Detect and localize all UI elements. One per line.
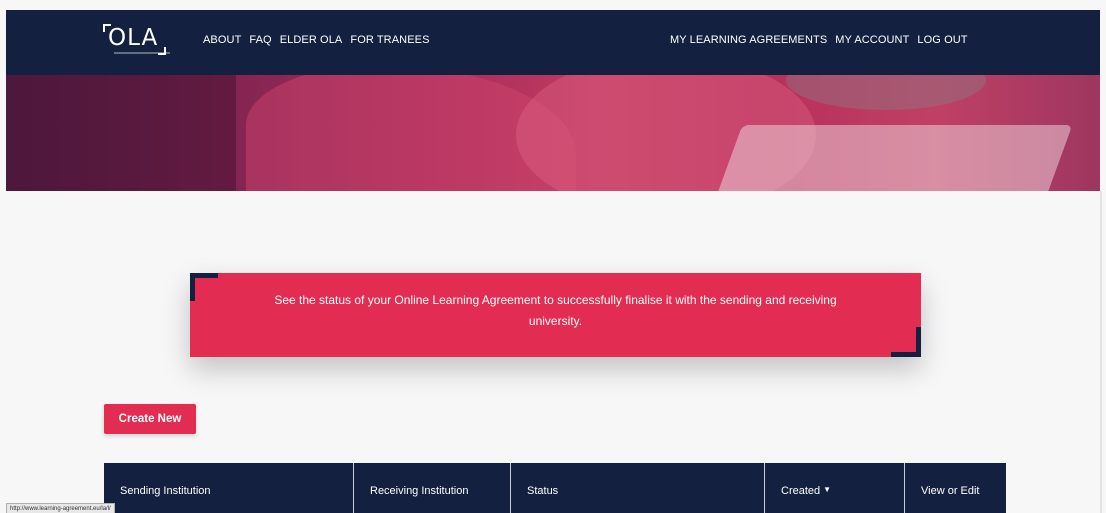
page: OLA ABOUT FAQ ELDER OLA FOR TRANEES MY L… (0, 0, 1106, 513)
ola-logo[interactable]: OLA (103, 24, 170, 55)
page-scrollbar[interactable] (1100, 191, 1102, 513)
nav-faq[interactable]: FAQ (249, 34, 271, 46)
nav-for-trainees[interactable]: FOR TRANEES (350, 34, 429, 46)
banner-shape (6, 75, 236, 191)
box-corner-mark (190, 273, 218, 301)
nav-my-account[interactable]: MY ACCOUNT (835, 34, 909, 46)
column-header-receiving-institution[interactable]: Receiving Institution (354, 463, 511, 513)
column-header-created-label: Created (781, 485, 821, 497)
browser-status-bar: http://www.learning-agreement.eu/la/l/ (6, 503, 115, 513)
sort-desc-icon[interactable]: ▼ (823, 485, 831, 494)
hero-banner-image (6, 75, 1100, 191)
logo-tagline (114, 52, 170, 54)
main-nav: ABOUT FAQ ELDER OLA FOR TRANEES (203, 34, 430, 46)
hero-header: OLA ABOUT FAQ ELDER OLA FOR TRANEES MY L… (6, 10, 1100, 191)
logo-text: OLA (108, 25, 159, 51)
nav-elder-ola[interactable]: ELDER OLA (280, 34, 343, 46)
create-new-button[interactable]: Create New (104, 404, 196, 434)
agreements-table-header: Sending Institution Receiving Institutio… (104, 463, 1006, 513)
account-nav: MY LEARNING AGREEMENTS MY ACCOUNT LOG OU… (670, 34, 968, 46)
top-navbar: OLA ABOUT FAQ ELDER OLA FOR TRANEES MY L… (6, 10, 1100, 75)
nav-log-out[interactable]: LOG OUT (917, 34, 967, 46)
info-box-text: See the status of your Online Learning A… (274, 293, 837, 328)
column-header-view-or-edit: View or Edit (921, 485, 980, 497)
logo-corner-mark (103, 24, 111, 32)
column-header-sending-institution[interactable]: Sending Institution (104, 463, 354, 513)
nav-my-learning-agreements[interactable]: MY LEARNING AGREEMENTS (670, 34, 827, 46)
box-corner-mark (891, 327, 921, 357)
banner-shape (786, 75, 986, 110)
status-info-box: See the status of your Online Learning A… (190, 273, 921, 357)
column-header-created[interactable]: Created ▼ (765, 463, 905, 513)
banner-laptop-shape (709, 125, 1073, 191)
nav-about[interactable]: ABOUT (203, 34, 241, 46)
column-header-status[interactable]: Status (511, 463, 765, 513)
